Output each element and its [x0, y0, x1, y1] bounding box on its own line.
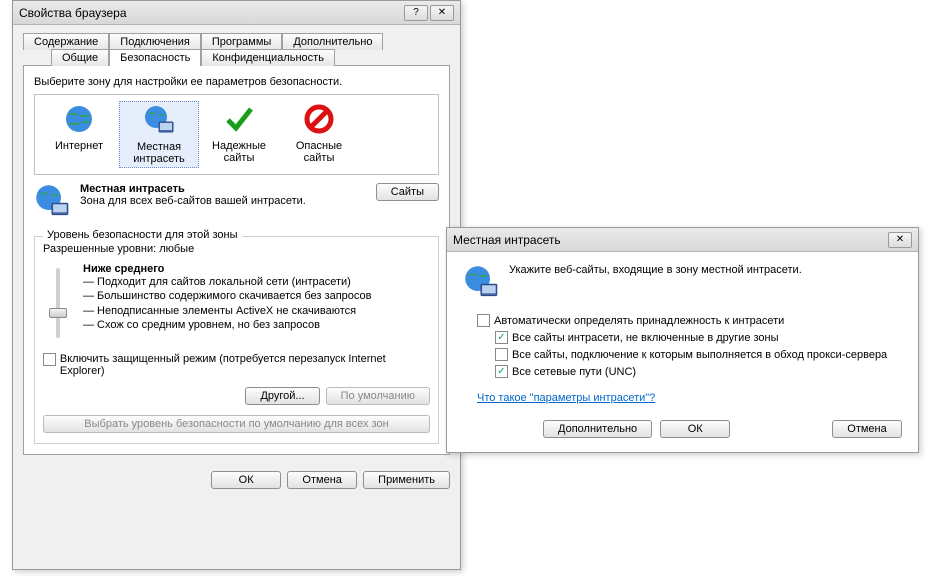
zone-restricted[interactable]: Опасные сайты — [279, 101, 359, 168]
check-auto-label: Автоматически определять принадлежность … — [494, 315, 784, 327]
cancel-button[interactable]: Отмена — [287, 471, 357, 489]
protected-mode-checkbox[interactable] — [43, 353, 56, 366]
main-window: Свойства браузера ? ✕ Содержание Подключ… — [12, 0, 461, 570]
check-c2-label: Все сайты, подключение к которым выполня… — [512, 349, 887, 361]
tab-advanced[interactable]: Дополнительно — [282, 33, 383, 50]
sites-button[interactable]: Сайты — [376, 183, 439, 201]
tab-panel: Выберите зону для настройки ее параметро… — [23, 65, 450, 455]
check-c3[interactable]: ✓ — [495, 365, 508, 378]
checkmark-icon — [223, 103, 255, 135]
tab-general[interactable]: Общие — [51, 49, 109, 66]
globe-icon — [63, 103, 95, 135]
dialog-checks: Автоматически определять принадлежность … — [477, 314, 902, 378]
tab-content[interactable]: Содержание — [23, 33, 109, 50]
zone-restricted-label: Опасные сайты — [281, 140, 357, 164]
zone-desc-icon — [34, 183, 74, 222]
tab-connections[interactable]: Подключения — [109, 33, 201, 50]
zone-internet-label: Интернет — [41, 140, 117, 152]
zone-title: Местная интрасеть — [80, 183, 185, 195]
dialog-cancel-button[interactable]: Отмена — [832, 420, 902, 438]
window-body: Содержание Подключения Программы Дополни… — [13, 25, 460, 463]
zone-selector: Интернет Местная интрасеть Надежные — [34, 94, 439, 175]
reset-all-button[interactable]: Выбрать уровень безопасности по умолчани… — [43, 415, 430, 433]
bullet-3: — Схож со средним уровнем, но без запрос… — [83, 318, 371, 332]
advanced-button[interactable]: Дополнительно — [543, 420, 652, 438]
intranet-dialog: Местная интрасеть ✕ Укажите веб-сайты, в… — [446, 227, 919, 453]
zone-intranet[interactable]: Местная интрасеть — [119, 101, 199, 168]
main-footer: ОК Отмена Применить — [13, 463, 460, 497]
dialog-body: Укажите веб-сайты, входящие в зону местн… — [447, 252, 918, 452]
bullet-2: — Неподписанные элементы ActiveX не скач… — [83, 304, 371, 318]
dialog-footer: Дополнительно ОК Отмена — [543, 420, 902, 438]
dialog-ok-button[interactable]: ОК — [660, 420, 730, 438]
check-c2[interactable] — [495, 348, 508, 361]
tabs-row-2: Общие Безопасность Конфиденциальность — [23, 49, 450, 66]
dialog-close-button[interactable]: ✕ — [888, 232, 912, 248]
security-slider[interactable] — [43, 263, 73, 343]
security-level-group: Уровень безопасности для этой зоны Разре… — [34, 236, 439, 444]
protected-mode-label: Включить защищенный режим (потребуется п… — [60, 353, 430, 377]
globe-monitor-icon — [143, 104, 175, 136]
tab-programs[interactable]: Программы — [201, 33, 282, 50]
check-auto[interactable] — [477, 314, 490, 327]
forbidden-icon — [303, 103, 335, 135]
group-label: Уровень безопасности для этой зоны — [43, 229, 242, 241]
check-c1[interactable]: ✓ — [495, 331, 508, 344]
zone-intranet-label: Местная интрасеть — [122, 141, 196, 165]
dialog-instruction: Укажите веб-сайты, входящие в зону местн… — [509, 264, 802, 276]
help-button[interactable]: ? — [404, 5, 428, 21]
tab-privacy[interactable]: Конфиденциальность — [201, 49, 335, 66]
tab-security[interactable]: Безопасность — [109, 49, 201, 66]
check-c1-label: Все сайты интрасети, не включенные в дру… — [512, 332, 779, 344]
zone-trusted-label: Надежные сайты — [201, 140, 277, 164]
zone-internet[interactable]: Интернет — [39, 101, 119, 168]
default-level-button[interactable]: По умолчанию — [326, 387, 430, 405]
tabs-row-1: Содержание Подключения Программы Дополни… — [23, 33, 450, 50]
custom-level-button[interactable]: Другой... — [245, 387, 319, 405]
close-button[interactable]: ✕ — [430, 5, 454, 21]
zone-description-row: Местная интрасеть Зона для всех веб-сайт… — [34, 183, 439, 222]
zone-desc: Зона для всех веб-сайтов вашей интрасети… — [80, 195, 306, 207]
dialog-titlebar: Местная интрасеть ✕ — [447, 228, 918, 252]
bullet-0: — Подходит для сайтов локальной сети (ин… — [83, 275, 371, 289]
allowed-levels: Разрешенные уровни: любые — [43, 243, 430, 255]
slider-thumb[interactable] — [49, 308, 67, 318]
ok-button[interactable]: ОК — [211, 471, 281, 489]
zone-select-label: Выберите зону для настройки ее параметро… — [34, 76, 439, 88]
window-title: Свойства браузера — [19, 6, 404, 20]
intranet-params-link[interactable]: Что такое "параметры интрасети"? — [477, 392, 655, 404]
titlebar: Свойства браузера ? ✕ — [13, 1, 460, 25]
bullet-1: — Большинство содержимого скачивается бе… — [83, 289, 371, 303]
dialog-title: Местная интрасеть — [453, 233, 888, 247]
apply-button[interactable]: Применить — [363, 471, 450, 489]
globe-monitor-icon-dlg — [463, 264, 499, 300]
globe-monitor-icon-large — [34, 183, 70, 219]
zone-trusted[interactable]: Надежные сайты — [199, 101, 279, 168]
check-c3-label: Все сетевые пути (UNC) — [512, 366, 636, 378]
level-name: Ниже среднего — [83, 263, 371, 275]
